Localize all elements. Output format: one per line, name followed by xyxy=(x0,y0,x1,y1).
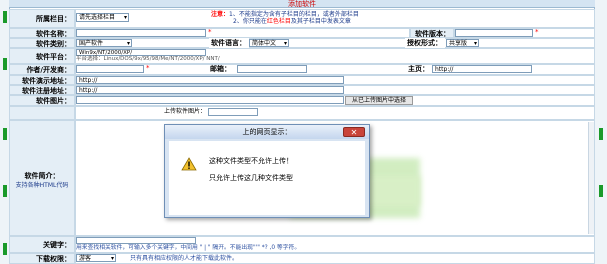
dialog-message-1: 这种文件类型不允许上传！ xyxy=(209,157,293,165)
platform-label: 软件平台： xyxy=(9,48,75,64)
chevron-down-icon: ▾ xyxy=(283,40,287,47)
column-select[interactable]: 请先选择栏目 ▾ xyxy=(76,13,129,22)
form-title-bar: 添加软件 xyxy=(9,0,595,8)
uploaded-image-label: 上传软件图片： xyxy=(164,108,207,115)
notice-line-2-highlight: 红色栏目 xyxy=(266,18,291,25)
language-select-value: 简体中文 xyxy=(252,40,277,47)
language-select[interactable]: 简体中文 ▾ xyxy=(249,39,289,47)
notice-line-1: 1、不能指定为含有子栏目的栏目，或者外部栏目 xyxy=(229,11,359,18)
dialog-title: 上的网页显示： xyxy=(165,125,369,139)
keyword-input[interactable] xyxy=(76,237,196,244)
close-icon[interactable]: ✕ xyxy=(343,127,365,137)
download-permission-value: 游客 xyxy=(79,255,92,262)
notice-block: 注意：1、不能指定为含有子栏目的栏目，或者外部栏目 2、你只能在红色栏目及其子栏… xyxy=(211,11,591,27)
keyword-label: 关键字： xyxy=(9,236,75,253)
image-input[interactable] xyxy=(76,96,344,104)
required-mark: * xyxy=(208,28,212,36)
email-label: 邮箱： xyxy=(210,65,231,73)
email-input[interactable] xyxy=(237,65,307,73)
notice-line-2-prefix: 2、你只能在 xyxy=(233,18,267,25)
green-marker xyxy=(599,128,603,140)
upload-row-left xyxy=(9,106,75,120)
column-select-value: 请先选择栏目 xyxy=(79,14,116,21)
dialog-body: 这种文件类型不允许上传！ 只允许上传这几种文件类型 xyxy=(169,141,365,215)
chevron-down-icon: ▾ xyxy=(123,14,127,21)
intro-label: 软件简介： xyxy=(24,172,60,180)
chevron-down-icon: ▾ xyxy=(473,40,477,47)
category-cell xyxy=(75,38,595,48)
warning-icon xyxy=(181,157,197,171)
chevron-down-icon: ▾ xyxy=(110,255,114,262)
intro-hint: 支持各种HTML代码 xyxy=(15,182,69,189)
version-input[interactable] xyxy=(455,29,533,37)
upload-row-cell xyxy=(75,106,595,120)
author-input[interactable] xyxy=(76,65,144,73)
keyword-hint: 用来查找相关软件，可输入多个关键字，中间用 " | " 隔开。不能出现"'" *… xyxy=(76,245,301,251)
demo-url-label: 软件演示地址： xyxy=(9,75,75,85)
required-mark: * xyxy=(535,28,539,36)
register-url-label: 软件注册地址： xyxy=(9,85,75,95)
column-label: 所属栏目： xyxy=(9,9,75,28)
license-select[interactable]: 共享版 ▾ xyxy=(446,39,479,47)
license-select-value: 共享版 xyxy=(449,40,468,47)
green-marker xyxy=(3,243,7,255)
green-marker xyxy=(3,185,7,197)
demo-url-input[interactable]: http:// xyxy=(76,76,344,84)
version-label: 软件版本： xyxy=(410,28,454,38)
homepage-input[interactable]: http:// xyxy=(432,65,532,73)
page-title: 添加软件 xyxy=(288,0,316,8)
register-url-input[interactable]: http:// xyxy=(76,86,344,94)
language-label: 软件语言： xyxy=(209,38,249,48)
name-label: 软件名称： xyxy=(9,28,75,38)
download-permission-hint: 只有具有相应权限的人才能下载此软件。 xyxy=(130,255,239,262)
chevron-down-icon: ▾ xyxy=(126,40,130,47)
notice-line-2-suffix: 及其子栏目中发表文章 xyxy=(290,18,351,25)
author-label: 作者/开发商： xyxy=(9,64,75,75)
platform-input[interactable]: Win9x/NT/2000/XP/ xyxy=(76,49,206,56)
green-marker xyxy=(3,11,7,23)
name-input[interactable] xyxy=(76,29,206,37)
green-marker xyxy=(3,58,7,70)
alert-dialog: 上的网页显示： ✕ 这种文件类型不允许上传！ 只允许上传这几种文件类型 xyxy=(164,124,370,218)
category-label: 软件类别： xyxy=(9,38,75,48)
editor-scrollbar[interactable] xyxy=(588,122,594,234)
dialog-message-2: 只允许上传这几种文件类型 xyxy=(209,174,293,182)
image-label: 软件图片： xyxy=(9,95,75,106)
green-marker xyxy=(599,185,603,197)
required-mark: * xyxy=(146,64,150,72)
category-select[interactable]: 国产软件 ▾ xyxy=(76,39,132,47)
select-uploaded-image-button[interactable]: 从已上传图片中选择 xyxy=(345,96,413,105)
platform-hint: 平台选择：Linux/DOS/9x/95/98/Me/NT/2000/XP/ N… xyxy=(76,56,220,62)
intro-label-cell: 软件简介： 支持各种HTML代码 xyxy=(9,120,75,236)
license-label: 授权形式： xyxy=(405,38,445,48)
category-select-value: 国产软件 xyxy=(79,40,104,47)
notice-label: 注意： xyxy=(211,11,230,18)
uploaded-image-input[interactable] xyxy=(208,108,258,116)
homepage-label: 主页： xyxy=(408,65,429,73)
download-permission-select[interactable]: 游客 ▾ xyxy=(76,254,116,262)
green-marker xyxy=(3,128,7,140)
download-permission-label: 下载权限： xyxy=(9,253,75,264)
